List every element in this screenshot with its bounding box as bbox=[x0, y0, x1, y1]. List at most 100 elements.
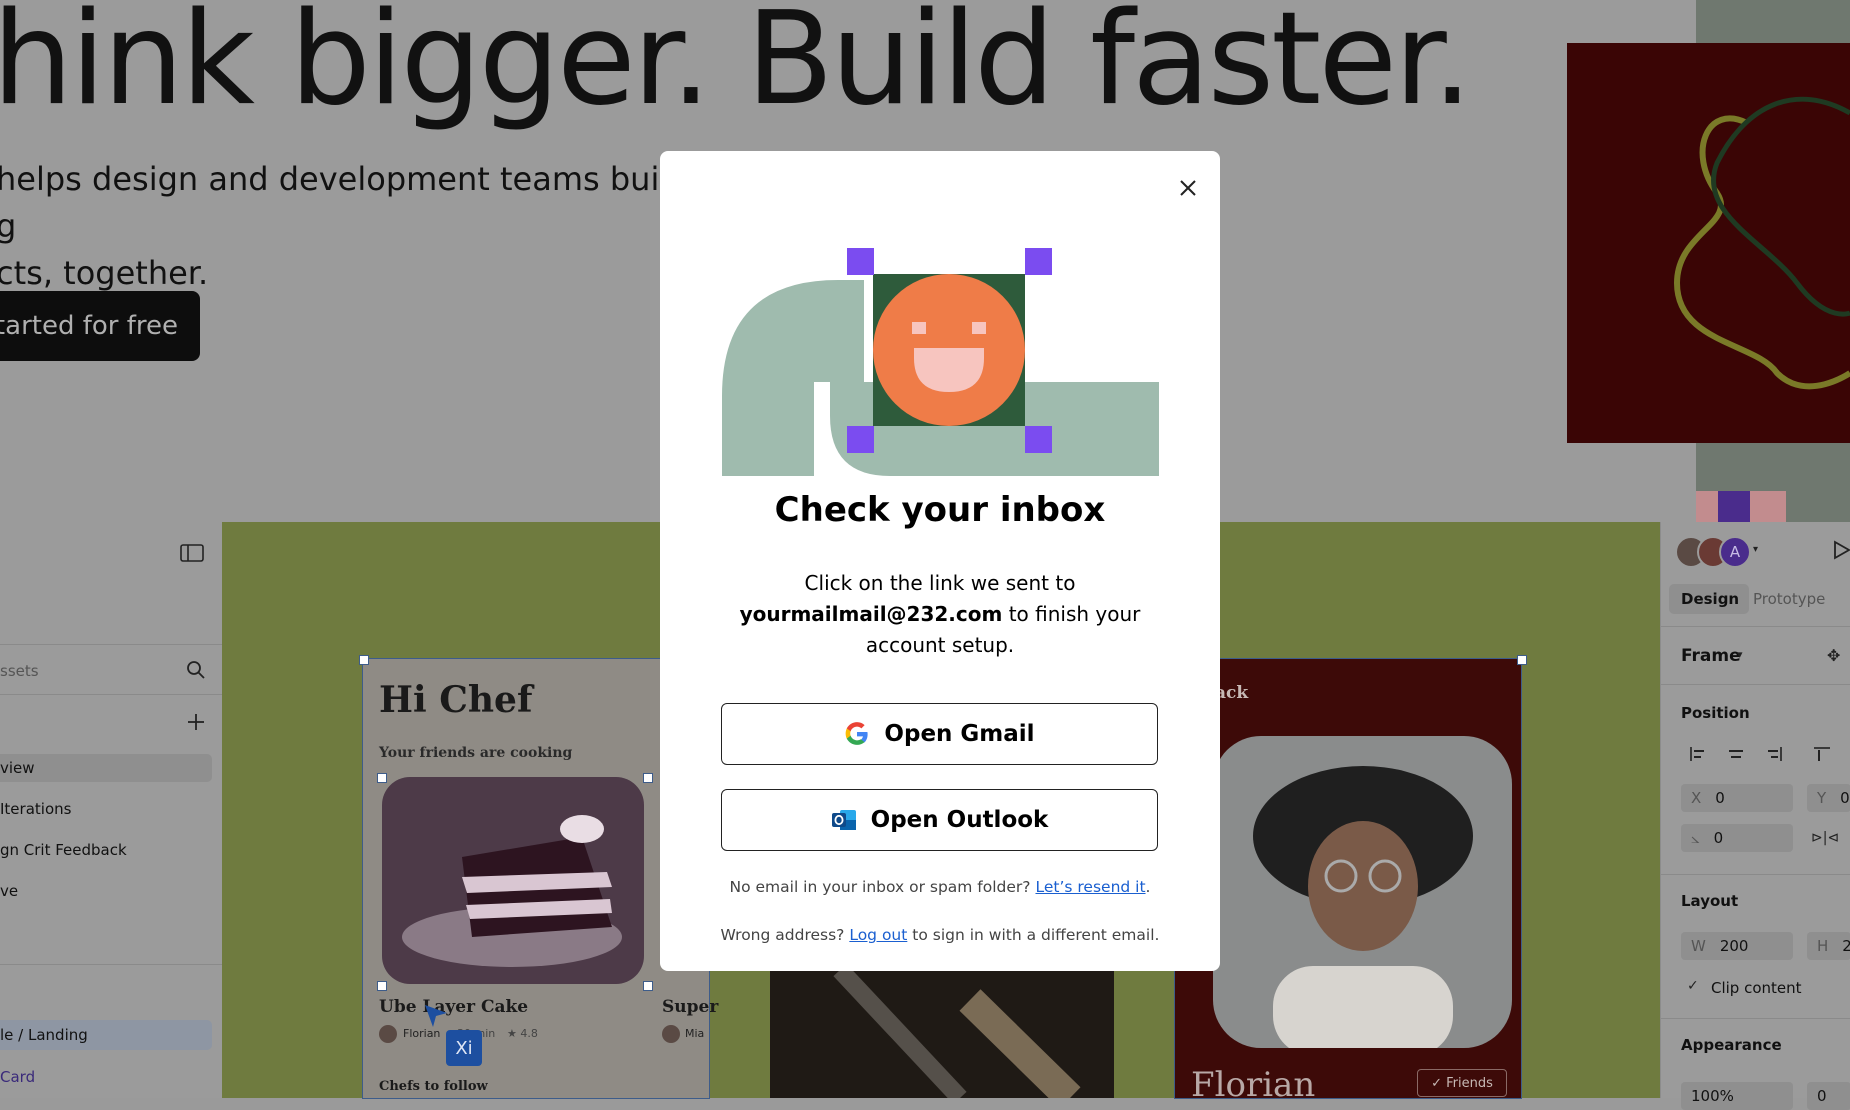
open-gmail-label: Open Gmail bbox=[884, 721, 1035, 747]
layer-item[interactable]: Card bbox=[0, 1068, 35, 1086]
hero-art-panel bbox=[1567, 43, 1850, 443]
w-label: W bbox=[1691, 937, 1706, 955]
x-input[interactable]: X0 bbox=[1681, 784, 1793, 812]
align-top-icon[interactable] bbox=[1813, 746, 1831, 766]
add-page-icon[interactable] bbox=[186, 712, 206, 736]
logout-link[interactable]: Log out bbox=[849, 926, 907, 944]
cursor-icon bbox=[423, 1003, 449, 1033]
page-item[interactable]: view bbox=[0, 759, 35, 777]
close-icon bbox=[1180, 180, 1196, 196]
editor-left-panel: ssets view Iterations gn Crit Feedback v… bbox=[0, 522, 223, 1098]
close-button[interactable] bbox=[1170, 170, 1206, 206]
divider bbox=[0, 644, 222, 645]
y-value: 0 bbox=[1840, 789, 1850, 807]
align-center-icon[interactable] bbox=[1727, 746, 1745, 766]
hero-art-square bbox=[1750, 491, 1786, 522]
w-value: 200 bbox=[1719, 937, 1749, 955]
open-outlook-label: Open Outlook bbox=[870, 807, 1049, 833]
resize-handle[interactable] bbox=[377, 981, 387, 991]
resize-handle[interactable] bbox=[359, 655, 369, 665]
corner-radius-input[interactable]: 0 bbox=[1807, 1082, 1850, 1110]
open-outlook-button[interactable]: Open Outlook bbox=[721, 789, 1158, 851]
resend-row: No email in your inbox or spam folder? L… bbox=[660, 878, 1220, 896]
profile-name: Florian bbox=[1191, 1065, 1316, 1105]
get-started-button[interactable]: started for free bbox=[0, 291, 200, 361]
angle-icon: ⦣ bbox=[1691, 829, 1700, 847]
avatar[interactable]: A bbox=[1719, 536, 1751, 568]
layer-item[interactable]: le / Landing bbox=[0, 1026, 88, 1044]
resize-handle[interactable] bbox=[1517, 655, 1527, 665]
frame-profile[interactable]: ack Florian ✓ Friends bbox=[1174, 658, 1522, 1105]
modal-body: Click on the link we sent to yourmailmai… bbox=[720, 568, 1160, 661]
google-icon bbox=[846, 722, 869, 745]
chef-knife-image bbox=[833, 963, 1081, 1109]
resize-handle[interactable] bbox=[643, 981, 653, 991]
appearance-label: Appearance bbox=[1681, 1036, 1782, 1054]
frame-hi-chef[interactable]: Hi Chef Your friends are cooking Ube Lay… bbox=[362, 658, 718, 1099]
align-right-icon[interactable] bbox=[1765, 746, 1783, 766]
profile-photo bbox=[1213, 736, 1512, 1048]
resend-end: . bbox=[1145, 878, 1151, 896]
tab-prototype[interactable]: Prototype bbox=[1753, 590, 1825, 608]
divider bbox=[1661, 874, 1850, 875]
wrong-address-text: Wrong address? bbox=[720, 926, 845, 944]
divider bbox=[1661, 684, 1850, 685]
tab-design[interactable]: Design bbox=[1681, 590, 1739, 608]
page-item[interactable]: Iterations bbox=[0, 800, 71, 818]
dish-title: Super bbox=[662, 997, 719, 1017]
flip-horizontal-icon[interactable]: ⊳|⊲ bbox=[1811, 830, 1839, 846]
card-subtitle: Your friends are cooking bbox=[379, 745, 573, 761]
resize-handle[interactable] bbox=[643, 773, 653, 783]
hero-headline: hink bigger. Build faster. bbox=[0, 0, 1473, 134]
inbox-illustration bbox=[722, 246, 1159, 480]
hero-art-squiggle bbox=[1673, 96, 1850, 390]
opacity-value: 100% bbox=[1691, 1087, 1734, 1105]
man-with-hat-illustration bbox=[1253, 766, 1473, 1048]
dish-title: Ube Layer Cake bbox=[379, 997, 529, 1017]
avatar bbox=[379, 1025, 397, 1043]
sidebar-toggle-icon[interactable] bbox=[180, 544, 204, 566]
x-label: X bbox=[1691, 789, 1702, 807]
author-name: Mia bbox=[685, 1027, 705, 1040]
open-gmail-button[interactable]: Open Gmail bbox=[721, 703, 1158, 765]
cake-illustration bbox=[402, 815, 622, 967]
hero-art-square bbox=[1718, 491, 1750, 522]
corner-value: 0 bbox=[1817, 1087, 1827, 1105]
y-input[interactable]: Y0 bbox=[1807, 784, 1850, 812]
hero-subline-line-1: helps design and development teams build… bbox=[0, 160, 689, 245]
width-input[interactable]: W 200 bbox=[1681, 932, 1793, 960]
divider bbox=[0, 964, 222, 965]
rotation-value: 0 bbox=[1713, 829, 1724, 847]
avatar bbox=[662, 1025, 680, 1043]
frame-video[interactable] bbox=[770, 960, 1114, 1109]
layout-label: Layout bbox=[1681, 892, 1739, 910]
component-icon[interactable]: ✥ bbox=[1827, 646, 1840, 665]
frame-dropdown[interactable]: Frame bbox=[1681, 646, 1741, 666]
align-left-icon[interactable] bbox=[1689, 746, 1707, 766]
card-title: Hi Chef bbox=[379, 679, 533, 721]
play-icon[interactable] bbox=[1833, 540, 1850, 564]
opacity-input[interactable]: 100% bbox=[1681, 1082, 1793, 1110]
page-item[interactable]: gn Crit Feedback bbox=[0, 841, 127, 859]
resize-handle[interactable] bbox=[377, 773, 387, 783]
checkmark-icon[interactable]: ✓ bbox=[1687, 978, 1699, 994]
outlook-icon bbox=[831, 810, 856, 830]
chevron-down-icon[interactable]: ▾ bbox=[1737, 648, 1743, 661]
rating: ★ 4.8 bbox=[507, 1027, 538, 1040]
x-value: 0 bbox=[1715, 789, 1725, 807]
section-heading: Chefs to follow bbox=[379, 1079, 488, 1094]
modal-title: Check your inbox bbox=[774, 490, 1106, 530]
search-icon[interactable] bbox=[186, 660, 206, 684]
friends-badge[interactable]: ✓ Friends bbox=[1417, 1069, 1507, 1097]
page-item[interactable]: ve bbox=[0, 882, 18, 900]
h-value: 20 bbox=[1842, 937, 1850, 955]
resend-link[interactable]: Let’s resend it bbox=[1035, 878, 1145, 896]
chevron-down-icon[interactable]: ▾ bbox=[1753, 544, 1758, 555]
rotation-input[interactable]: ⦣ 0 bbox=[1681, 824, 1793, 852]
y-label: Y bbox=[1817, 789, 1827, 807]
collaborator-cursor-tag: Xi bbox=[446, 1030, 482, 1066]
height-input[interactable]: H 20 bbox=[1807, 932, 1850, 960]
assets-search-input[interactable]: ssets bbox=[0, 662, 39, 680]
email-address: yourmailmail@232.com bbox=[739, 602, 1003, 626]
hero-subline: helps design and development teams build… bbox=[0, 156, 696, 297]
